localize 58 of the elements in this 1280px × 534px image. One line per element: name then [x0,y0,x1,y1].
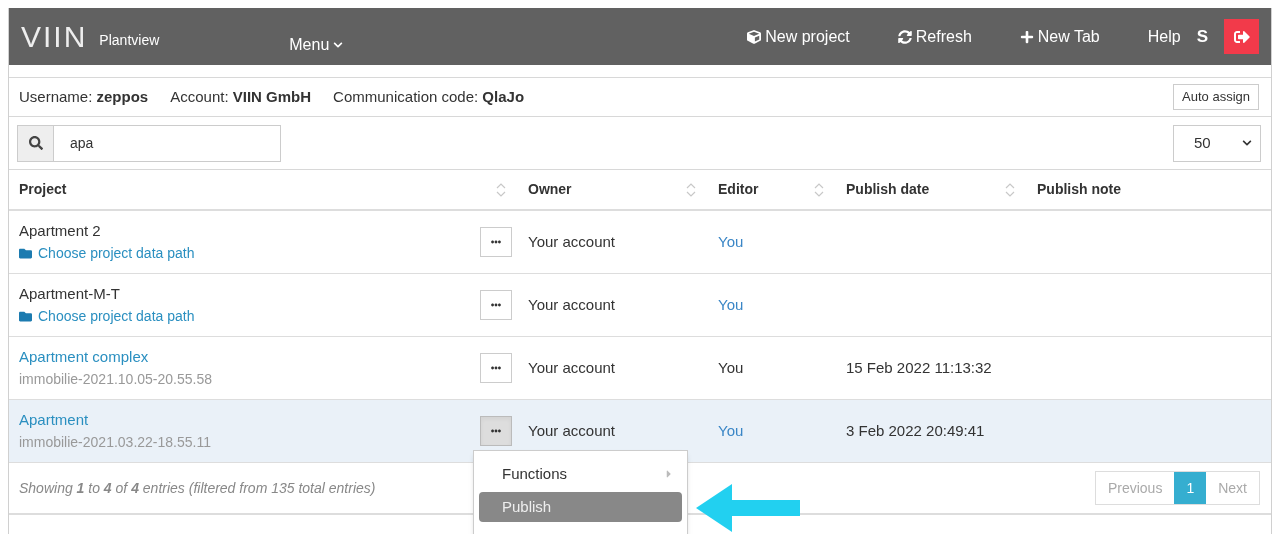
data-path-link[interactable]: Choose project data path [38,242,195,264]
editor-cell[interactable]: You [708,419,836,443]
more-button[interactable] [480,227,512,257]
more-button[interactable] [480,353,512,383]
refresh-icon [897,29,912,44]
editor-cell-text: You [717,357,745,378]
search-icon [28,136,43,150]
column-header[interactable]: Publish note [1037,179,1121,200]
sort-icon[interactable] [496,181,506,198]
column-header[interactable]: Owner [528,179,572,200]
page-size-select[interactable]: 50 [1173,124,1261,162]
table-cell-text: Your account [527,357,616,378]
toolbar-button[interactable]: New project [747,24,850,49]
chevron-icon [1242,138,1252,148]
logout-icon [1233,28,1250,45]
table-cell-text: Your account [527,420,616,441]
column-header[interactable]: Editor [718,179,759,200]
project-name: Apartment 2 [19,221,102,242]
folder-icon [19,309,32,323]
chevron-icon [333,39,344,50]
account-info: Account: VIIN GmbH [170,86,312,107]
project-path: immobilie-2021.10.05-20.55.58 [19,369,213,389]
sort-icon[interactable] [1005,181,1015,198]
logout-button[interactable] [1224,19,1259,54]
menu-button[interactable]: Menu [289,32,344,57]
project-name[interactable]: Apartment [19,409,480,432]
folder-icon [19,246,32,260]
user-initial[interactable]: S [1196,23,1208,50]
logo: VIIN [21,21,88,52]
table-cell-text: 15 Feb 2022 11:13:32 [845,357,993,378]
product-name: Plantview [99,31,160,50]
cube-icon [747,29,762,44]
editor-cell[interactable]: You [708,230,836,254]
editor-cell[interactable]: You [708,293,836,317]
auto-assign-button[interactable]: Auto assign [1173,84,1259,110]
search-field[interactable]: apa [54,124,281,162]
more-button[interactable] [480,416,512,446]
project-name[interactable]: Apartment complex [19,346,480,369]
sort-icon[interactable] [686,181,696,198]
arrow-icon [696,484,800,532]
data-path-link[interactable]: Choose project data path [38,305,195,327]
table-cell-text: 3 Feb 2022 20:49:41 [845,420,986,441]
toolbar-button[interactable]: Refresh [897,24,972,49]
sort-icon[interactable] [814,181,824,198]
account-info: Username: zeppos [19,86,149,107]
plus-icon [1019,29,1034,44]
more-button[interactable] [480,290,512,320]
table-cell-text: Your account [527,231,616,252]
column-header[interactable]: Project [19,179,67,200]
project-name: Apartment-M-T [19,284,121,305]
toolbar-button[interactable]: Help [1147,24,1181,49]
entries-summary: Showing 1 to 4 of 4 entries (filtered from 135 total entries) [19,478,376,498]
project-path: immobilie-2021.03.22-18.55.11 [19,432,212,452]
toolbar-button[interactable]: New Tab [1019,24,1100,49]
table-row[interactable]: Apartment immobilie-2021.03.22-18.55.11 Your account You 3 Feb 2022 20:49:41 [9,400,1271,463]
account-info: Communication code: QlaJo [333,86,525,107]
column-header[interactable]: Publish date [846,179,930,200]
table-cell-text: Your account [527,294,616,315]
